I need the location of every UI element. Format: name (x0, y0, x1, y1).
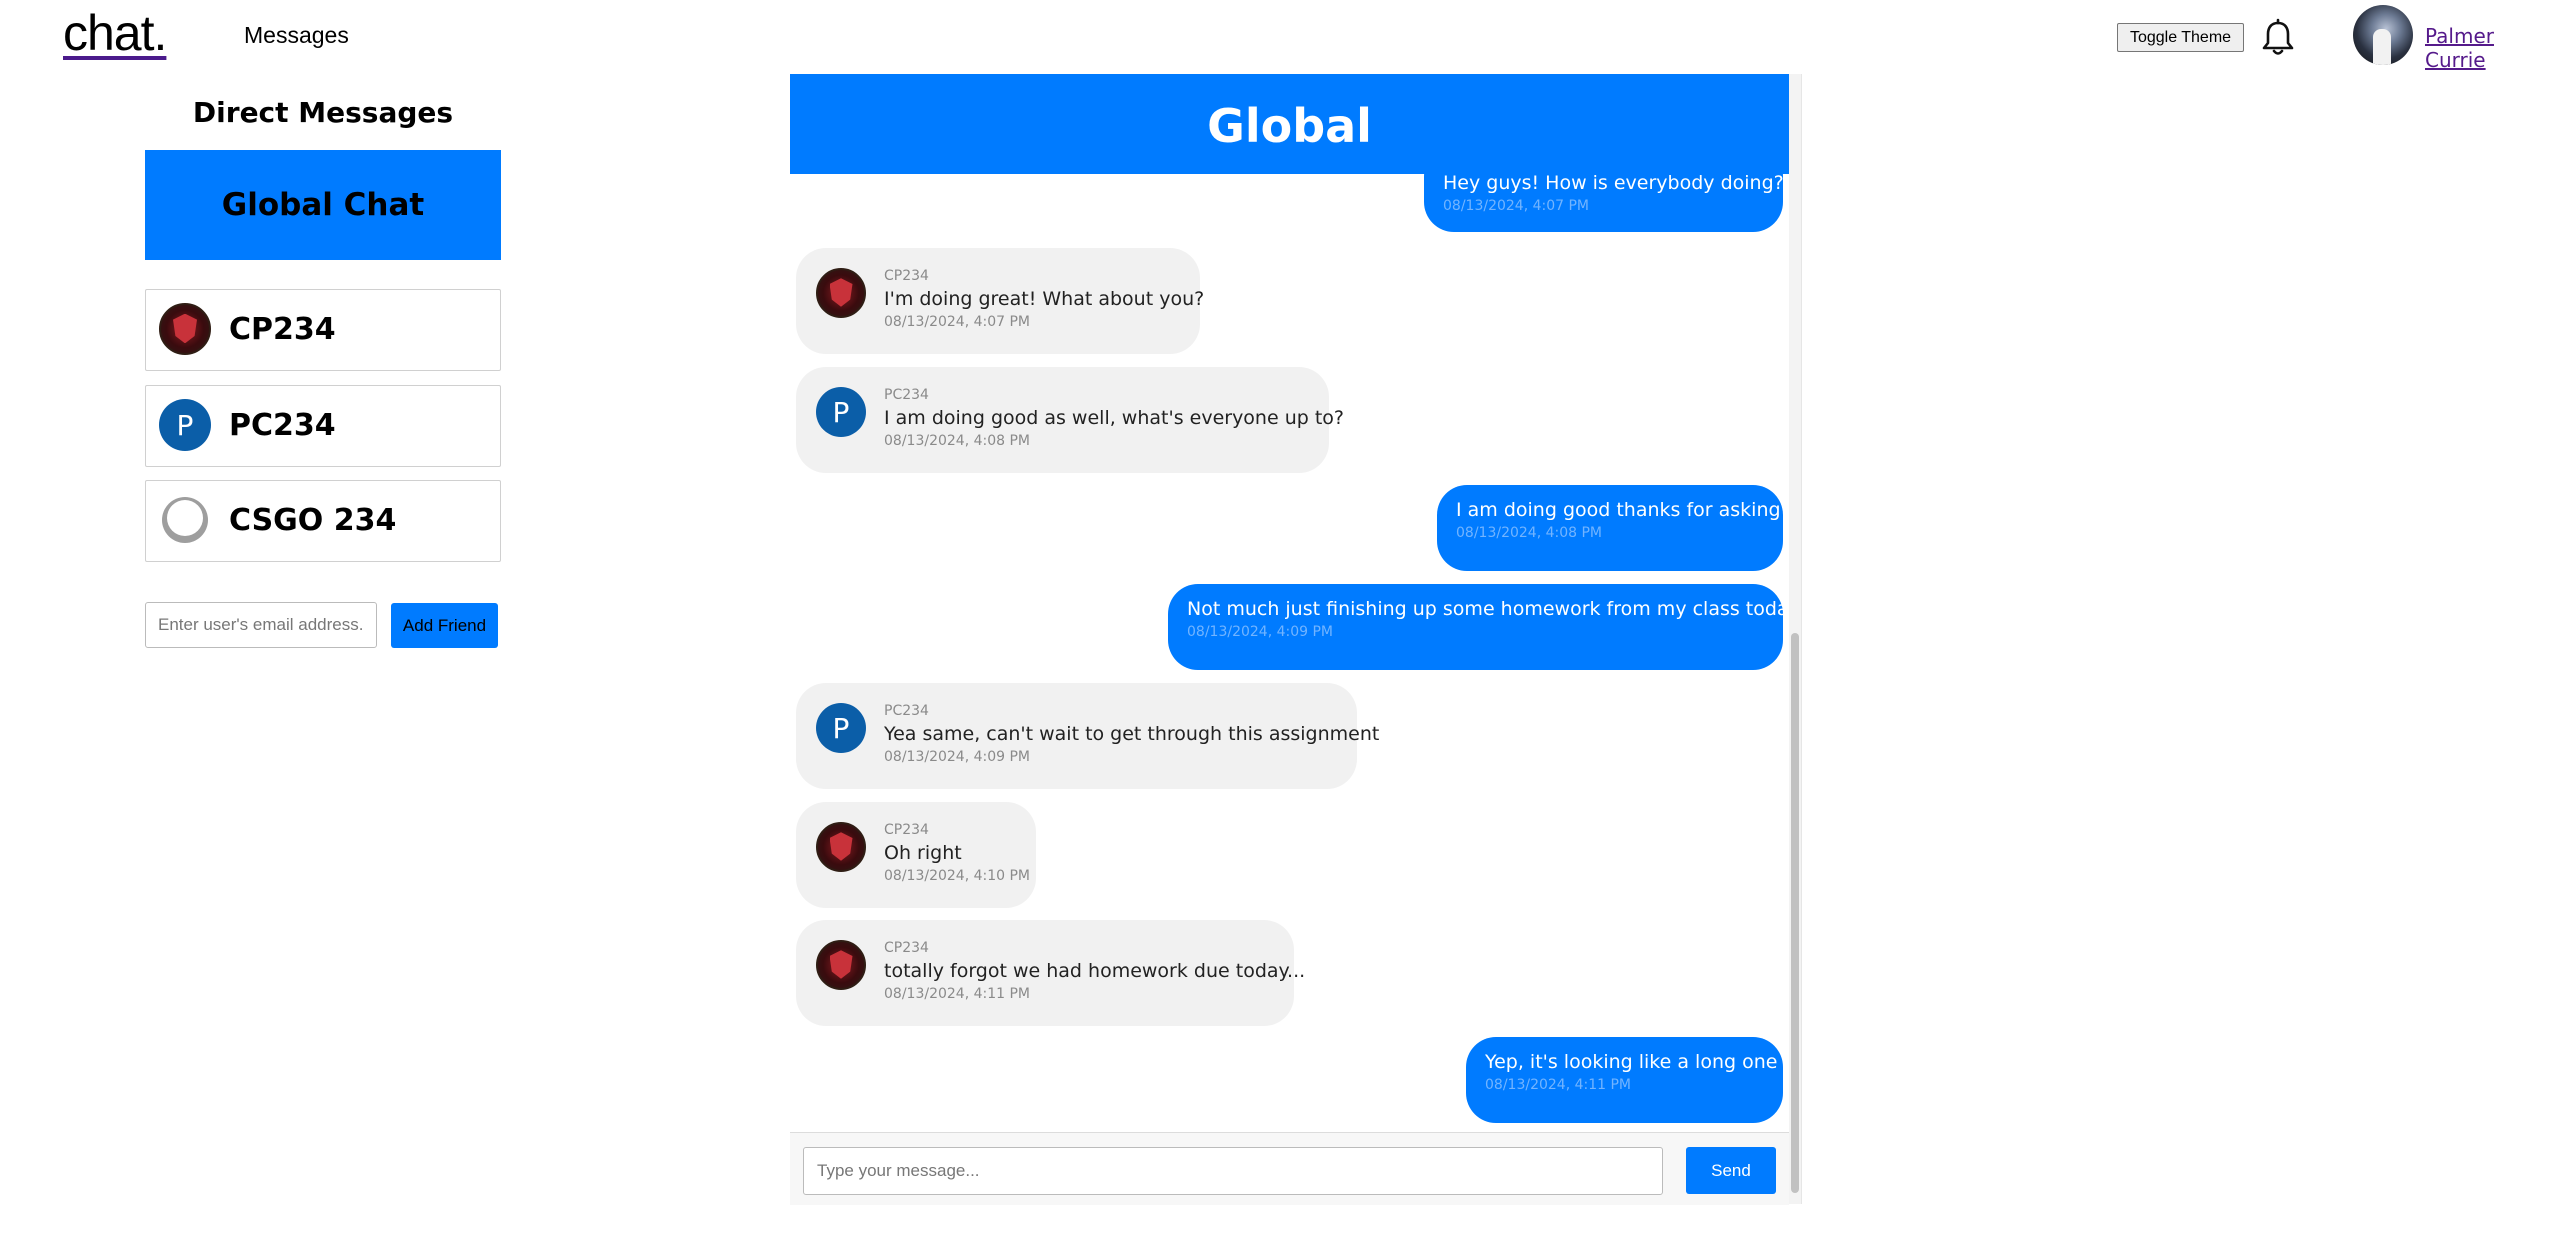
message-composer: Send (790, 1132, 1789, 1205)
add-friend-button[interactable]: Add Friend (391, 603, 498, 648)
chat-scrollbar[interactable] (1789, 74, 1801, 1204)
contact-name: PC234 (229, 408, 336, 443)
message-time: 08/13/2024, 4:09 PM (884, 749, 1031, 765)
scrollbar-thumb[interactable] (1791, 633, 1799, 1193)
toggle-theme-button[interactable]: Toggle Theme (2117, 23, 2244, 52)
message-list[interactable]: Hey guys! How is everybody doing? 08/13/… (790, 74, 1789, 1132)
message-time: 08/13/2024, 4:08 PM (884, 433, 1031, 449)
message-sender: CP234 (884, 268, 929, 284)
message-time: 08/13/2024, 4:07 PM (1443, 198, 1590, 214)
message-bubble: P PC234 I am doing good as well, what's … (796, 367, 1344, 473)
message-text: Oh right (884, 842, 962, 864)
message-text: Yep, it's looking like a long one (1485, 1051, 1778, 1073)
friend-email-input[interactable] (145, 602, 377, 648)
app-logo[interactable]: chat. (63, 4, 167, 62)
message-time: 08/13/2024, 4:10 PM (884, 868, 1031, 884)
contact-name: CP234 (229, 312, 336, 347)
message-bubble-mine: I am doing good thanks for asking 08/13/… (1437, 485, 1783, 571)
message-input[interactable] (803, 1147, 1663, 1195)
message-text: Not much just finishing up some homework… (1187, 598, 1789, 620)
message-time: 08/13/2024, 4:11 PM (1485, 1077, 1632, 1093)
letter-avatar-icon: P (816, 703, 866, 753)
message-sender: CP234 (884, 822, 929, 838)
message-bubble: P PC234 Yea same, can't wait to get thro… (796, 683, 1379, 789)
message-sender: CP234 (884, 940, 929, 956)
message-bubble: CP234 Oh right 08/13/2024, 4:10 PM (796, 802, 1036, 908)
contact-item-cp234[interactable]: CP234 (145, 289, 501, 371)
message-sender: PC234 (884, 387, 929, 403)
message-bubble: CP234 I'm doing great! What about you? 0… (796, 248, 1204, 354)
bell-icon[interactable] (2258, 18, 2298, 58)
message-bubble-mine: Not much just finishing up some homework… (1168, 584, 1789, 670)
message-text: I am doing good as well, what's everyone… (884, 407, 1345, 429)
shield-avatar-icon (816, 940, 866, 990)
user-profile-link[interactable]: Palmer Currie (2425, 24, 2558, 72)
letter-avatar-icon: P (159, 399, 211, 451)
shield-avatar-icon (159, 303, 211, 355)
contact-item-csgo234[interactable]: CSGO 234 (145, 480, 501, 562)
message-text: totally forgot we had homework due today… (884, 960, 1306, 982)
message-text: Yea same, can't wait to get through this… (884, 723, 1380, 745)
shield-avatar-icon (816, 822, 866, 872)
contact-item-pc234[interactable]: P PC234 (145, 385, 501, 467)
send-button[interactable]: Send (1686, 1147, 1776, 1194)
message-text: Hey guys! How is everybody doing? (1443, 172, 1784, 194)
message-bubble: CP234 totally forgot we had homework due… (796, 920, 1305, 1026)
message-bubble-mine: Yep, it's looking like a long one 08/13/… (1466, 1037, 1783, 1123)
chat-panel: Global Hey guys! How is everybody doing?… (790, 74, 1802, 1205)
user-avatar[interactable] (2353, 5, 2413, 65)
message-text: I'm doing great! What about you? (884, 288, 1205, 310)
message-sender: PC234 (884, 703, 929, 719)
message-time: 08/13/2024, 4:07 PM (884, 314, 1031, 330)
message-time: 08/13/2024, 4:08 PM (1456, 525, 1603, 541)
letter-avatar-icon: P (816, 387, 866, 437)
message-text: I am doing good thanks for asking (1456, 499, 1781, 521)
default-avatar-icon (159, 494, 211, 546)
global-chat-button[interactable]: Global Chat (145, 150, 501, 260)
message-time: 08/13/2024, 4:11 PM (884, 986, 1031, 1002)
shield-avatar-icon (816, 268, 866, 318)
nav-messages-link[interactable]: Messages (244, 22, 349, 49)
direct-messages-title: Direct Messages (192, 96, 454, 129)
contact-name: CSGO 234 (229, 503, 397, 538)
message-time: 08/13/2024, 4:09 PM (1187, 624, 1334, 640)
chat-title: Global (790, 74, 1789, 174)
